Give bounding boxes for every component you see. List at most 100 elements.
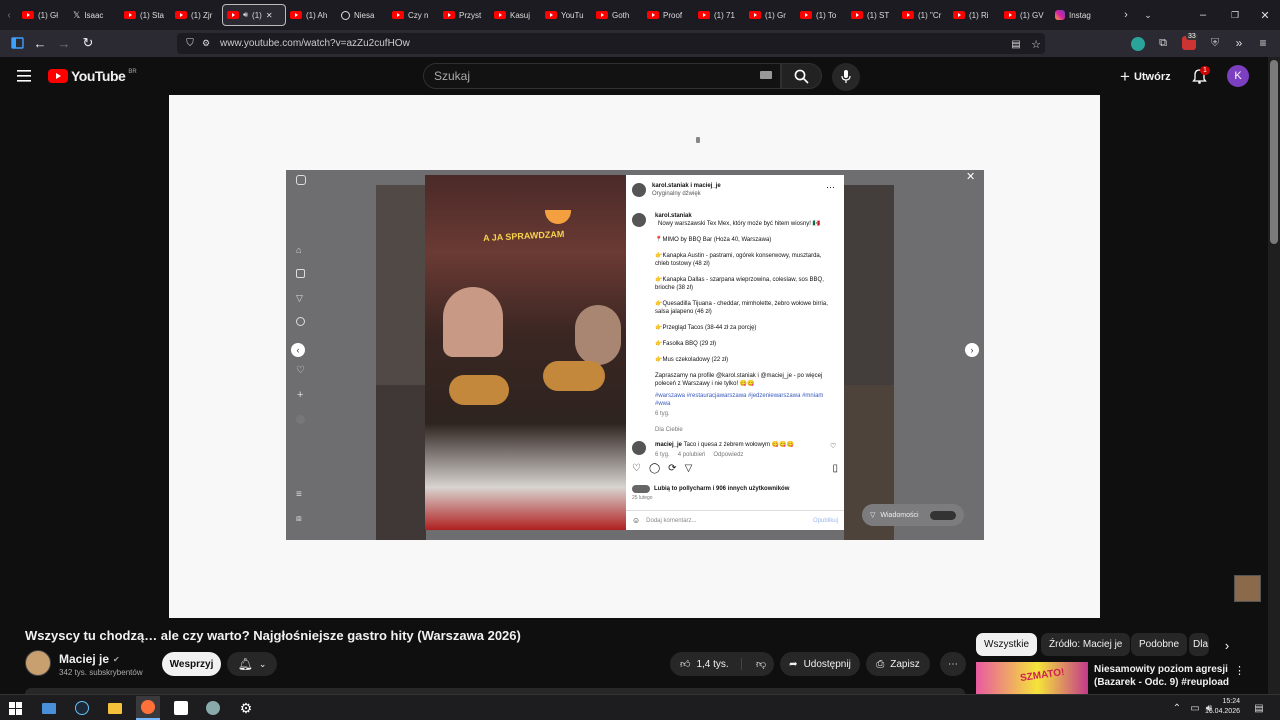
thumbs-down-icon[interactable]: 👎︎ bbox=[748, 658, 766, 670]
ig-comment-heart-icon[interactable]: ♡ bbox=[830, 443, 836, 451]
browser-tab[interactable]: Niesa bbox=[337, 4, 388, 26]
browser-tab[interactable]: (1) "Cr bbox=[898, 4, 949, 26]
chip-source[interactable]: Źródło: Maciej je bbox=[1041, 633, 1131, 656]
ig-like-icon[interactable]: ♡ bbox=[632, 464, 641, 474]
browser-tab[interactable]: 🔊︎ (1) ✕ bbox=[222, 4, 286, 26]
notion-icon[interactable] bbox=[172, 699, 190, 717]
close-window-icon[interactable]: ✕ bbox=[1258, 8, 1272, 22]
chips-next-arrow-icon[interactable]: › bbox=[1220, 638, 1234, 653]
ig-comment-author[interactable]: maciej_je bbox=[655, 442, 682, 448]
save-button[interactable]: ⎙ Zapisz bbox=[866, 652, 930, 676]
ig-caption-author[interactable]: karol.staniak bbox=[655, 213, 692, 219]
browser-tab[interactable]: (1) Ah bbox=[286, 4, 337, 26]
hamburger-menu-icon[interactable] bbox=[16, 68, 32, 84]
browser-tab[interactable]: (1) GV bbox=[1000, 4, 1051, 26]
shield-icon[interactable]: ⛉ bbox=[182, 38, 198, 49]
ig-create-icon[interactable]: + bbox=[297, 389, 303, 401]
chip-related[interactable]: Podobne bbox=[1131, 633, 1188, 656]
windows-start-icon[interactable] bbox=[6, 699, 24, 717]
search-input[interactable]: Szukaj bbox=[423, 63, 781, 89]
ig-profile-icon[interactable] bbox=[296, 415, 305, 424]
url-text[interactable]: www.youtube.com/watch?v=azZu2cufHOw bbox=[220, 38, 410, 49]
browser-tab[interactable]: (1) Ri bbox=[949, 4, 1000, 26]
reel-video-frame[interactable]: A JA SPRAWDZAM bbox=[425, 175, 626, 530]
video-player[interactable]: ⌂ ▽ ♡ + ≡ ⧈ ‹ › ✕ A JA SPRAWDZAM karol.s… bbox=[169, 95, 1100, 618]
browser-tab[interactable]: Przyst bbox=[439, 4, 490, 26]
ig-heart-icon[interactable]: ♡ bbox=[296, 365, 305, 376]
system-clock[interactable]: 15:24 16.04.2026 bbox=[1204, 697, 1240, 717]
puzzle-extensions-icon[interactable]: ⧉ bbox=[1156, 36, 1170, 50]
reader-view-icon[interactable]: ▤ bbox=[1009, 37, 1023, 51]
browser-tab[interactable]: (1) To bbox=[796, 4, 847, 26]
keyboard-icon[interactable] bbox=[760, 71, 772, 79]
ig-save-icon[interactable]: ▯ bbox=[832, 464, 838, 474]
channel-avatar[interactable] bbox=[25, 650, 51, 676]
address-bar[interactable]: ⛉ ⚙ www.youtube.com/watch?v=azZu2cufHOw … bbox=[177, 33, 1045, 54]
create-button[interactable]: + Utwórz bbox=[1120, 67, 1171, 87]
page-settings-icon[interactable]: ⚙ bbox=[198, 38, 214, 49]
firefox-icon[interactable] bbox=[136, 696, 160, 720]
share-button[interactable]: ➦ Udostępnij bbox=[780, 652, 860, 676]
like-button[interactable]: 👍︎ 1,4 tys. bbox=[670, 658, 742, 670]
youtube-logo[interactable]: YouTube BR bbox=[48, 68, 137, 84]
ig-home-icon[interactable]: ⌂ bbox=[296, 245, 301, 255]
sidebar-toggle-icon[interactable] bbox=[10, 36, 24, 50]
privacy-shield-icon[interactable]: ⛨ bbox=[1208, 36, 1222, 50]
tab-list-dropdown-icon[interactable]: ⌄ bbox=[1140, 4, 1156, 26]
forward-arrow-icon[interactable]: → bbox=[57, 36, 71, 51]
ig-emoji-icon[interactable]: ☺ bbox=[632, 516, 640, 525]
support-button[interactable]: Wesprzyj bbox=[162, 652, 221, 676]
search-button[interactable] bbox=[781, 63, 822, 89]
minimize-window-icon[interactable]: – bbox=[1196, 8, 1210, 22]
browser-tab[interactable]: YouTu bbox=[541, 4, 592, 26]
ig-menu-icon[interactable]: ≡ bbox=[296, 489, 302, 500]
notifications-menu-button[interactable]: 🔔︎ ⌄ bbox=[227, 652, 277, 676]
extension-icon[interactable] bbox=[1131, 37, 1145, 51]
ig-repost-icon[interactable]: ⟳ bbox=[668, 464, 676, 474]
tray-chevron-up-icon[interactable]: ⌃ bbox=[1168, 699, 1186, 717]
tab-scroll-left-icon[interactable]: ‹ bbox=[0, 4, 18, 26]
ig-reels-icon[interactable] bbox=[296, 269, 305, 278]
ig-search-icon[interactable] bbox=[296, 317, 305, 326]
browser-tab[interactable]: 𝕏 Isaac bbox=[69, 4, 120, 26]
recommended-thumbnail[interactable]: SZMATO! bbox=[976, 662, 1088, 694]
ig-audio-label[interactable]: Oryginalny dźwięk bbox=[652, 190, 721, 198]
browser-tab[interactable]: Proof bbox=[643, 4, 694, 26]
browser-tab[interactable]: (1) 71 bbox=[694, 4, 745, 26]
miniplayer-avatar[interactable] bbox=[1234, 575, 1261, 602]
page-scrollbar-thumb[interactable] bbox=[1270, 60, 1278, 244]
ig-more-icon[interactable]: ⋯ bbox=[826, 183, 835, 192]
ig-author-line[interactable]: karol.staniak i maciej_je bbox=[652, 182, 721, 190]
notification-center-icon[interactable]: ▤ bbox=[1250, 699, 1268, 717]
ig-for-you[interactable]: Dla Ciebie bbox=[655, 426, 835, 434]
reload-icon[interactable]: ↻ bbox=[81, 35, 95, 50]
ig-prev-arrow-icon[interactable]: ‹ bbox=[291, 343, 305, 357]
chip-for-you[interactable]: Dla bbox=[1189, 633, 1209, 656]
recommended-video[interactable]: SZMATO! Niesamowity poziom agresji (Baza… bbox=[976, 662, 1266, 694]
ig-threads-icon[interactable]: ⧈ bbox=[296, 513, 302, 524]
browser-tab[interactable]: Instag bbox=[1051, 4, 1102, 26]
browser-tab[interactable]: (1) Sta bbox=[120, 4, 171, 26]
browser-tab[interactable]: (1) Gł bbox=[18, 4, 69, 26]
browser-tab[interactable]: Goth bbox=[592, 4, 643, 26]
browser-tab[interactable]: (1) Gr bbox=[745, 4, 796, 26]
steam-icon[interactable] bbox=[73, 699, 91, 717]
back-arrow-icon[interactable]: ← bbox=[33, 36, 47, 51]
account-avatar[interactable]: K bbox=[1227, 65, 1249, 87]
ig-likes-text[interactable]: Lubią to pollycharm i 906 innych użytkow… bbox=[654, 485, 789, 493]
browser-tab[interactable]: Kasuj bbox=[490, 4, 541, 26]
more-actions-icon[interactable]: ⋯ bbox=[940, 652, 966, 676]
file-explorer-icon[interactable] bbox=[106, 699, 124, 717]
close-tab-icon[interactable]: ✕ bbox=[266, 11, 273, 20]
voice-search-button[interactable] bbox=[832, 63, 860, 91]
browser-tab[interactable]: Czy n bbox=[388, 4, 439, 26]
ig-comment-icon[interactable]: ◯ bbox=[649, 464, 660, 474]
network-app-icon[interactable] bbox=[204, 699, 222, 717]
ig-hashtags[interactable]: #warszawa #restauracjawarszawa #jedzenie… bbox=[655, 392, 835, 408]
channel-name[interactable]: Maciej je bbox=[59, 652, 109, 666]
ig-comment-reply[interactable]: Odpowiedz bbox=[713, 451, 743, 459]
ig-messages-pill[interactable]: ▽ Wiadomości bbox=[862, 504, 964, 526]
computer-icon[interactable] bbox=[40, 699, 58, 717]
app-menu-icon[interactable]: ≡ bbox=[1256, 36, 1270, 50]
ig-close-icon[interactable]: ✕ bbox=[966, 170, 975, 183]
